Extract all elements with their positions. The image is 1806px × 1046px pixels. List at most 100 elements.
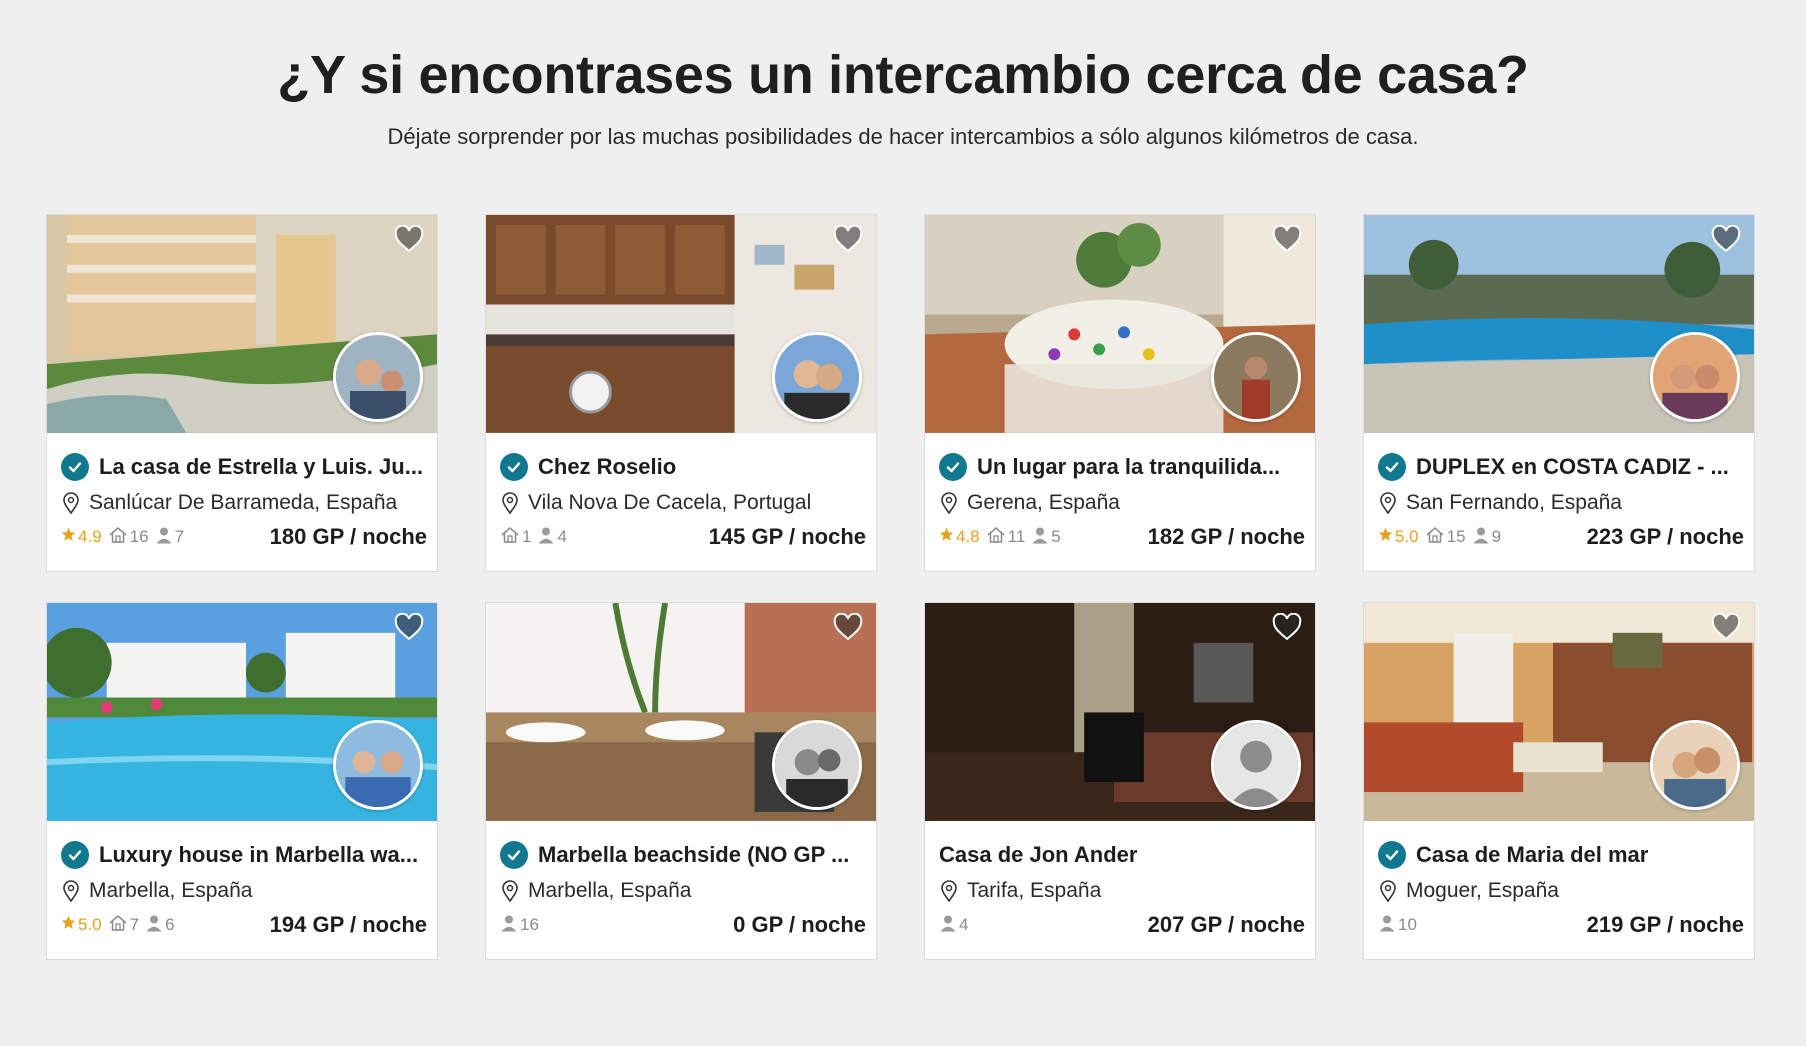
host-avatar[interactable] bbox=[333, 332, 423, 422]
listing-photo[interactable] bbox=[1364, 215, 1754, 434]
heart-icon[interactable] bbox=[1708, 609, 1744, 645]
listing-card[interactable]: Un lugar para la tranquilida... Gerena, … bbox=[924, 214, 1316, 572]
host-avatar[interactable] bbox=[1211, 720, 1301, 810]
rooms-value: 11 bbox=[1007, 527, 1026, 546]
rooms-value: 1 bbox=[522, 527, 532, 546]
rating-value: 4.9 bbox=[78, 527, 102, 546]
listing-title[interactable]: DUPLEX en COSTA CADIZ - ... bbox=[1416, 454, 1729, 480]
host-avatar[interactable] bbox=[333, 720, 423, 810]
listing-photo[interactable] bbox=[486, 215, 876, 434]
rating: 5.0 bbox=[61, 915, 102, 935]
rating-value: 5.0 bbox=[78, 915, 102, 934]
guests-value: 9 bbox=[1491, 527, 1502, 546]
listing-location: Marbella, España bbox=[89, 879, 253, 902]
star-icon bbox=[939, 527, 956, 547]
map-pin-icon bbox=[1378, 880, 1406, 902]
listing-location: Gerena, España bbox=[967, 491, 1120, 514]
listing-photo[interactable] bbox=[1364, 603, 1754, 822]
rating: 4.9 bbox=[61, 527, 102, 547]
page-title: ¿Y si encontrases un intercambio cerca d… bbox=[277, 45, 1529, 105]
heart-icon[interactable] bbox=[391, 609, 427, 645]
listing-photo[interactable] bbox=[47, 215, 437, 434]
listing-price: 219 GP / noche bbox=[1586, 912, 1744, 937]
listing-stats: 4.9 16 7 bbox=[61, 526, 270, 549]
host-avatar[interactable] bbox=[772, 332, 862, 422]
guests-stat: 16 bbox=[500, 914, 539, 937]
person-icon bbox=[1472, 526, 1492, 549]
rating: 4.8 bbox=[939, 527, 980, 547]
guests-stat: 4 bbox=[537, 526, 567, 549]
listing-location: Moguer, España bbox=[1406, 879, 1559, 902]
heart-icon[interactable] bbox=[1269, 221, 1305, 257]
listing-location: San Fernando, España bbox=[1406, 491, 1622, 514]
listing-title[interactable]: La casa de Estrella y Luis. Ju... bbox=[99, 454, 423, 480]
listing-title[interactable]: Luxury house in Marbella wa... bbox=[99, 842, 418, 868]
house-icon bbox=[986, 526, 1008, 549]
check-badge-icon bbox=[1378, 453, 1406, 481]
listing-title[interactable]: Chez Roselio bbox=[538, 454, 676, 480]
listing-stats: 5.0 7 6 bbox=[61, 914, 270, 937]
listing-title[interactable]: Casa de Jon Ander bbox=[939, 842, 1137, 868]
listing-card[interactable]: Casa de Maria del mar Moguer, España 10 … bbox=[1363, 602, 1755, 960]
heart-icon[interactable] bbox=[391, 221, 427, 257]
listing-photo[interactable] bbox=[925, 603, 1315, 822]
listing-card[interactable]: DUPLEX en COSTA CADIZ - ... San Fernando… bbox=[1363, 214, 1755, 572]
check-badge-icon bbox=[500, 453, 528, 481]
listing-stats: 5.0 15 9 bbox=[1378, 526, 1587, 549]
map-pin-icon bbox=[61, 880, 89, 902]
listing-stats: 10 bbox=[1378, 914, 1587, 937]
listing-title[interactable]: Marbella beachside (NO GP ... bbox=[538, 842, 849, 868]
guests-stat: 10 bbox=[1378, 914, 1417, 937]
listing-price: 223 GP / noche bbox=[1586, 524, 1744, 549]
star-icon bbox=[61, 915, 78, 935]
guests-stat: 5 bbox=[1031, 526, 1061, 549]
host-avatar[interactable] bbox=[1211, 332, 1301, 422]
guests-value: 7 bbox=[174, 527, 185, 546]
heart-icon[interactable] bbox=[830, 609, 866, 645]
listing-card[interactable]: Luxury house in Marbella wa... Marbella,… bbox=[46, 602, 438, 960]
host-avatar[interactable] bbox=[772, 720, 862, 810]
star-icon bbox=[61, 527, 78, 547]
listing-title[interactable]: Un lugar para la tranquilida... bbox=[977, 454, 1280, 480]
listing-photo[interactable] bbox=[925, 215, 1315, 434]
listing-card[interactable]: Casa de Jon Ander Tarifa, España 4 207 G… bbox=[924, 602, 1316, 960]
star-icon bbox=[1378, 527, 1395, 547]
person-icon bbox=[1031, 526, 1051, 549]
house-icon bbox=[108, 526, 130, 549]
guests-stat: 6 bbox=[145, 914, 175, 937]
person-icon bbox=[500, 914, 520, 937]
listing-title[interactable]: Casa de Maria del mar bbox=[1416, 842, 1648, 868]
page-subtitle: Déjate sorprender por las muchas posibil… bbox=[387, 124, 1419, 149]
heart-icon[interactable] bbox=[830, 221, 866, 257]
rating-value: 5.0 bbox=[1395, 527, 1419, 546]
rooms-value: 7 bbox=[129, 915, 140, 934]
heart-icon[interactable] bbox=[1708, 221, 1744, 257]
listing-price: 194 GP / noche bbox=[269, 912, 427, 937]
map-pin-icon bbox=[939, 880, 967, 902]
check-badge-icon bbox=[500, 841, 528, 869]
listing-card[interactable]: Marbella beachside (NO GP ... Marbella, … bbox=[485, 602, 877, 960]
host-avatar[interactable] bbox=[1650, 720, 1740, 810]
listing-location: Sanlúcar De Barrameda, España bbox=[89, 491, 398, 514]
listing-card[interactable]: La casa de Estrella y Luis. Ju... Sanlúc… bbox=[46, 214, 438, 572]
map-pin-icon bbox=[939, 492, 967, 514]
check-badge-icon bbox=[939, 453, 967, 481]
listing-stats: 16 bbox=[500, 914, 733, 937]
rooms-stat: 11 bbox=[986, 526, 1026, 549]
guests-value: 10 bbox=[1398, 915, 1417, 934]
host-avatar[interactable] bbox=[1650, 332, 1740, 422]
person-icon bbox=[537, 526, 557, 549]
house-icon bbox=[500, 526, 522, 549]
listing-photo[interactable] bbox=[47, 603, 437, 822]
heart-icon[interactable] bbox=[1269, 609, 1305, 645]
rooms-stat: 7 bbox=[108, 914, 139, 937]
listing-price: 207 GP / noche bbox=[1147, 912, 1305, 937]
rooms-value: 16 bbox=[129, 527, 149, 546]
listing-location: Tarifa, España bbox=[967, 879, 1102, 902]
guests-stat: 4 bbox=[939, 914, 968, 937]
person-icon bbox=[939, 914, 959, 937]
listing-photo[interactable] bbox=[486, 603, 876, 822]
guests-stat: 7 bbox=[155, 526, 184, 549]
map-pin-icon bbox=[500, 492, 528, 514]
listing-card[interactable]: Chez Roselio Vila Nova De Cacela, Portug… bbox=[485, 214, 877, 572]
